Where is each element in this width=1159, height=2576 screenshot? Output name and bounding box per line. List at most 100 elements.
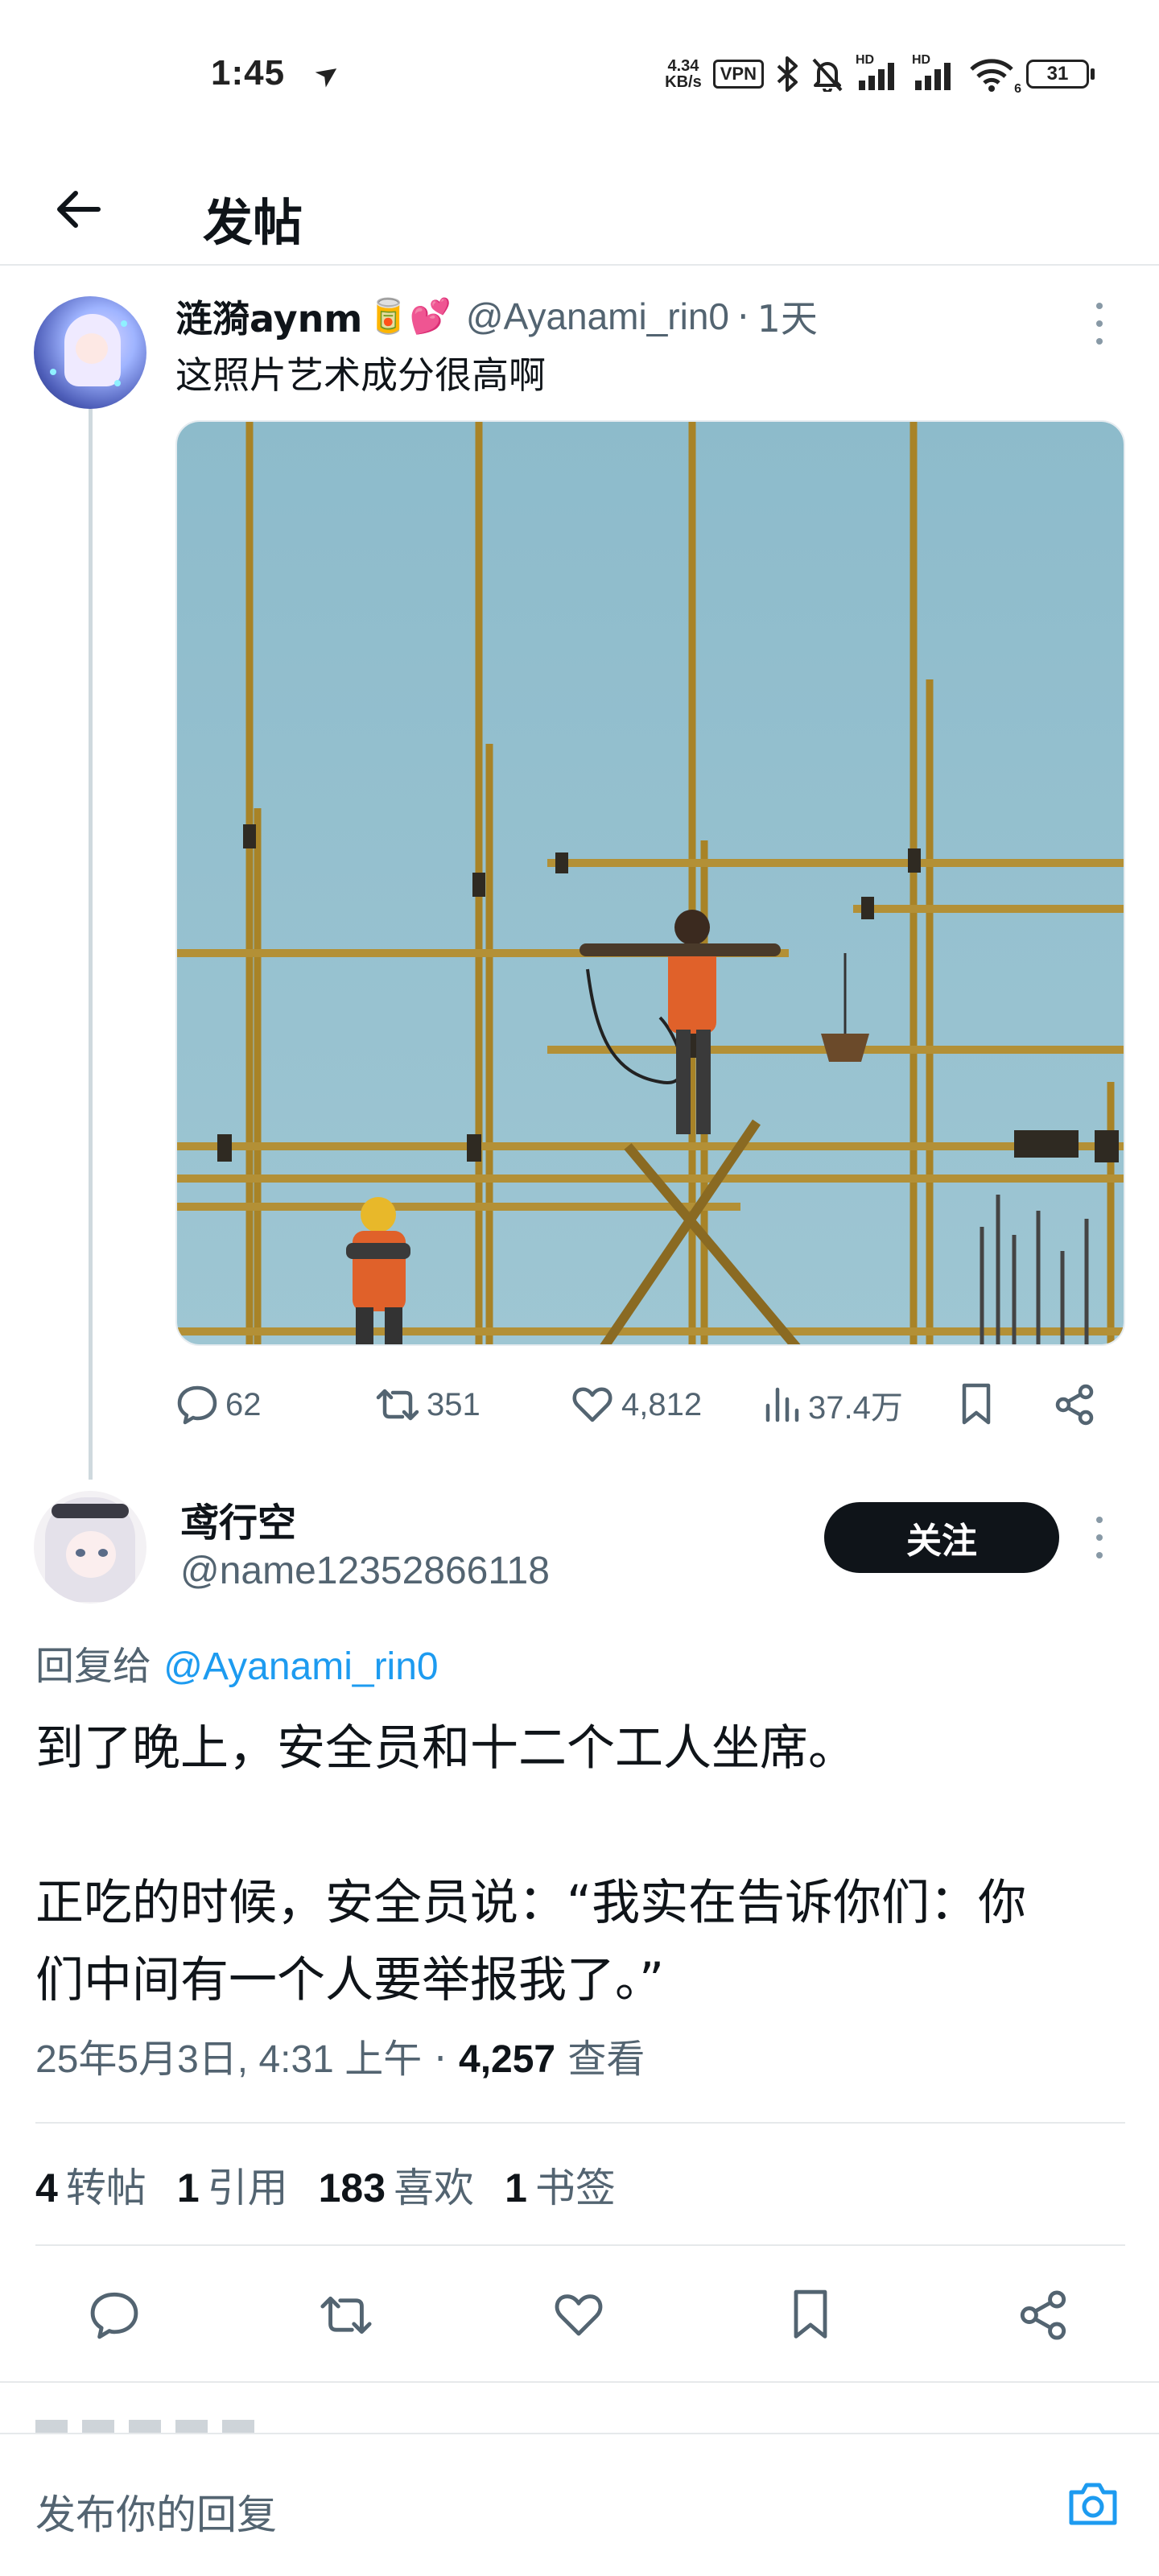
tweet-time[interactable]: 1天 (757, 290, 818, 343)
bell-off-icon (812, 58, 843, 92)
avatar-headband (52, 1504, 129, 1518)
more-options-button[interactable] (1083, 1513, 1116, 1562)
heart-icon (555, 2294, 603, 2336)
avatar[interactable] (34, 296, 146, 409)
avatar-eye (76, 1549, 85, 1557)
tweet-photo[interactable] (175, 420, 1125, 1346)
avatar-sparkle (121, 320, 127, 327)
bookmark-button[interactable] (956, 1368, 996, 1441)
retweet-count: 351 (427, 1386, 481, 1422)
name-emojis: 🥫💕 (367, 296, 452, 336)
display-name[interactable]: 鸢行空 (180, 1491, 296, 1547)
tweet-text-line: 到了晚上，安全员和十二个工人坐席。 (35, 1720, 856, 1777)
reply-count: 62 (225, 1386, 262, 1422)
mention-link[interactable]: @Ayanami_rin0 (163, 1645, 438, 1688)
display-name[interactable]: 涟漪aynm (175, 290, 362, 343)
share-button[interactable] (1007, 2283, 1079, 2347)
avatar-face (66, 1531, 116, 1578)
reply-composer[interactable]: 发布你的回复 (0, 2433, 1159, 2576)
bookmark-icon (794, 2289, 827, 2339)
engagement-stats: 4 转帖 1 引用 183 喜欢 1 书签 (35, 2156, 616, 2214)
wifi-band: 6 (1014, 82, 1021, 96)
replying-to: 回复给 @Ayanami_rin0 (35, 1634, 439, 1690)
tweet-text: 到了晚上，安全员和十二个工人坐席。 正吃的时候，安全员说：“我实在告诉你们：你 … (35, 1710, 1122, 2019)
tweet-header: 涟漪aynm 🥫💕 @Ayanami_rin0 · 1天 (175, 290, 818, 343)
view-count: 4,257 (459, 2038, 556, 2081)
status-bar: 1:45 ➤ 4.34 KB/s VPN HD HD 6 31 (0, 0, 1159, 153)
separator-dot: · (737, 295, 749, 338)
heart-icon (572, 1387, 612, 1422)
battery-icon: 31 (1026, 60, 1095, 89)
avatar-sparkle (50, 369, 56, 375)
avatar[interactable] (34, 1491, 146, 1604)
camera-icon (1069, 2483, 1117, 2525)
reply-button[interactable]: 62 (175, 1368, 262, 1441)
status-icons: 4.34 KB/s VPN HD HD 6 31 (665, 53, 1095, 96)
retweet-button[interactable] (310, 2283, 382, 2347)
tweet-meta: 25年5月3日, 4:31 上午 · 4,257 查看 (35, 2027, 645, 2083)
reply-input[interactable]: 发布你的回复 (35, 2483, 277, 2541)
scaffolding-photo (177, 422, 1124, 1344)
follow-button[interactable]: 关注 (824, 1502, 1059, 1573)
bookmark-icon (962, 1383, 991, 1425)
more-options-button[interactable] (1083, 299, 1116, 348)
bookmark-button[interactable] (774, 2283, 847, 2347)
page-title: 发帖 (203, 193, 303, 252)
view-count: 37.4万 (808, 1390, 903, 1426)
views-button[interactable]: 37.4万 (761, 1368, 903, 1441)
tweet-text: 这照片艺术成分很高啊 (175, 353, 546, 397)
retweet-icon (320, 2296, 372, 2334)
user-handle[interactable]: @name12352866118 (180, 1549, 550, 1593)
replying-to-label: 回复给 (35, 1644, 164, 1689)
signal-1-icon: HD (856, 53, 901, 92)
share-icon (1055, 1384, 1094, 1426)
like-count: 4,812 (621, 1386, 703, 1422)
back-button[interactable] (45, 175, 113, 243)
status-time: 1:45 (211, 53, 286, 93)
like-button[interactable]: 4,812 (570, 1368, 702, 1441)
camera-button[interactable] (1059, 2470, 1127, 2537)
signal-2-hd: HD (912, 53, 931, 67)
tweet-text-line: 正吃的时候，安全员说：“我实在告诉你们：你 (35, 1875, 1027, 1931)
vpn-icon: VPN (712, 60, 764, 89)
arrow-left-icon (57, 191, 101, 228)
more-vertical-icon (1096, 303, 1103, 309)
divider (35, 2122, 1125, 2124)
stat-quotes[interactable]: 1 引用 (177, 2156, 288, 2214)
thread-connector-line (89, 409, 93, 1480)
tweet-date[interactable]: 25年5月3日, 4:31 上午 (35, 2038, 422, 2081)
share-button[interactable] (1053, 1368, 1096, 1441)
bar-chart-icon (765, 1387, 799, 1422)
bluetooth-icon (777, 56, 798, 92)
reply-button[interactable] (78, 2283, 151, 2347)
divider (35, 2244, 1125, 2246)
avatar-sparkle (114, 380, 121, 386)
stat-likes[interactable]: 183 喜欢 (319, 2156, 474, 2214)
meta-separator: · (422, 2037, 459, 2082)
retweet-button[interactable]: 351 (375, 1368, 481, 1441)
more-vertical-icon (1096, 1517, 1103, 1523)
network-speed-unit: KB/s (665, 73, 702, 91)
signal-1-hd: HD (856, 53, 875, 67)
view-label: 查看 (555, 2037, 645, 2082)
avatar-face (76, 333, 108, 364)
stat-retweets[interactable]: 4 转帖 (35, 2156, 146, 2214)
tweet-actions-large (0, 2275, 1159, 2355)
battery-level: 31 (1026, 60, 1089, 89)
stat-bookmarks[interactable]: 1 书签 (505, 2156, 616, 2214)
like-button[interactable] (542, 2283, 615, 2347)
wifi-icon: 6 (968, 56, 1021, 96)
tweet-actions: 62 351 4,812 37.4万 (175, 1368, 1125, 1441)
network-speed: 4.34 KB/s (665, 58, 702, 90)
navigation-arrow-icon: ➤ (307, 54, 348, 95)
user-handle[interactable]: @Ayanami_rin0 (466, 295, 729, 338)
network-speed-value: 4.34 (667, 57, 699, 75)
tweet-text-line: 们中间有一个人要举报我了。” (35, 1952, 665, 2008)
share-icon (1020, 2290, 1066, 2340)
avatar-eye (98, 1549, 108, 1557)
divider (0, 2381, 1159, 2383)
speech-bubble-icon (90, 2292, 138, 2339)
signal-2-icon: HD (912, 53, 957, 92)
retweet-icon (376, 1389, 419, 1421)
